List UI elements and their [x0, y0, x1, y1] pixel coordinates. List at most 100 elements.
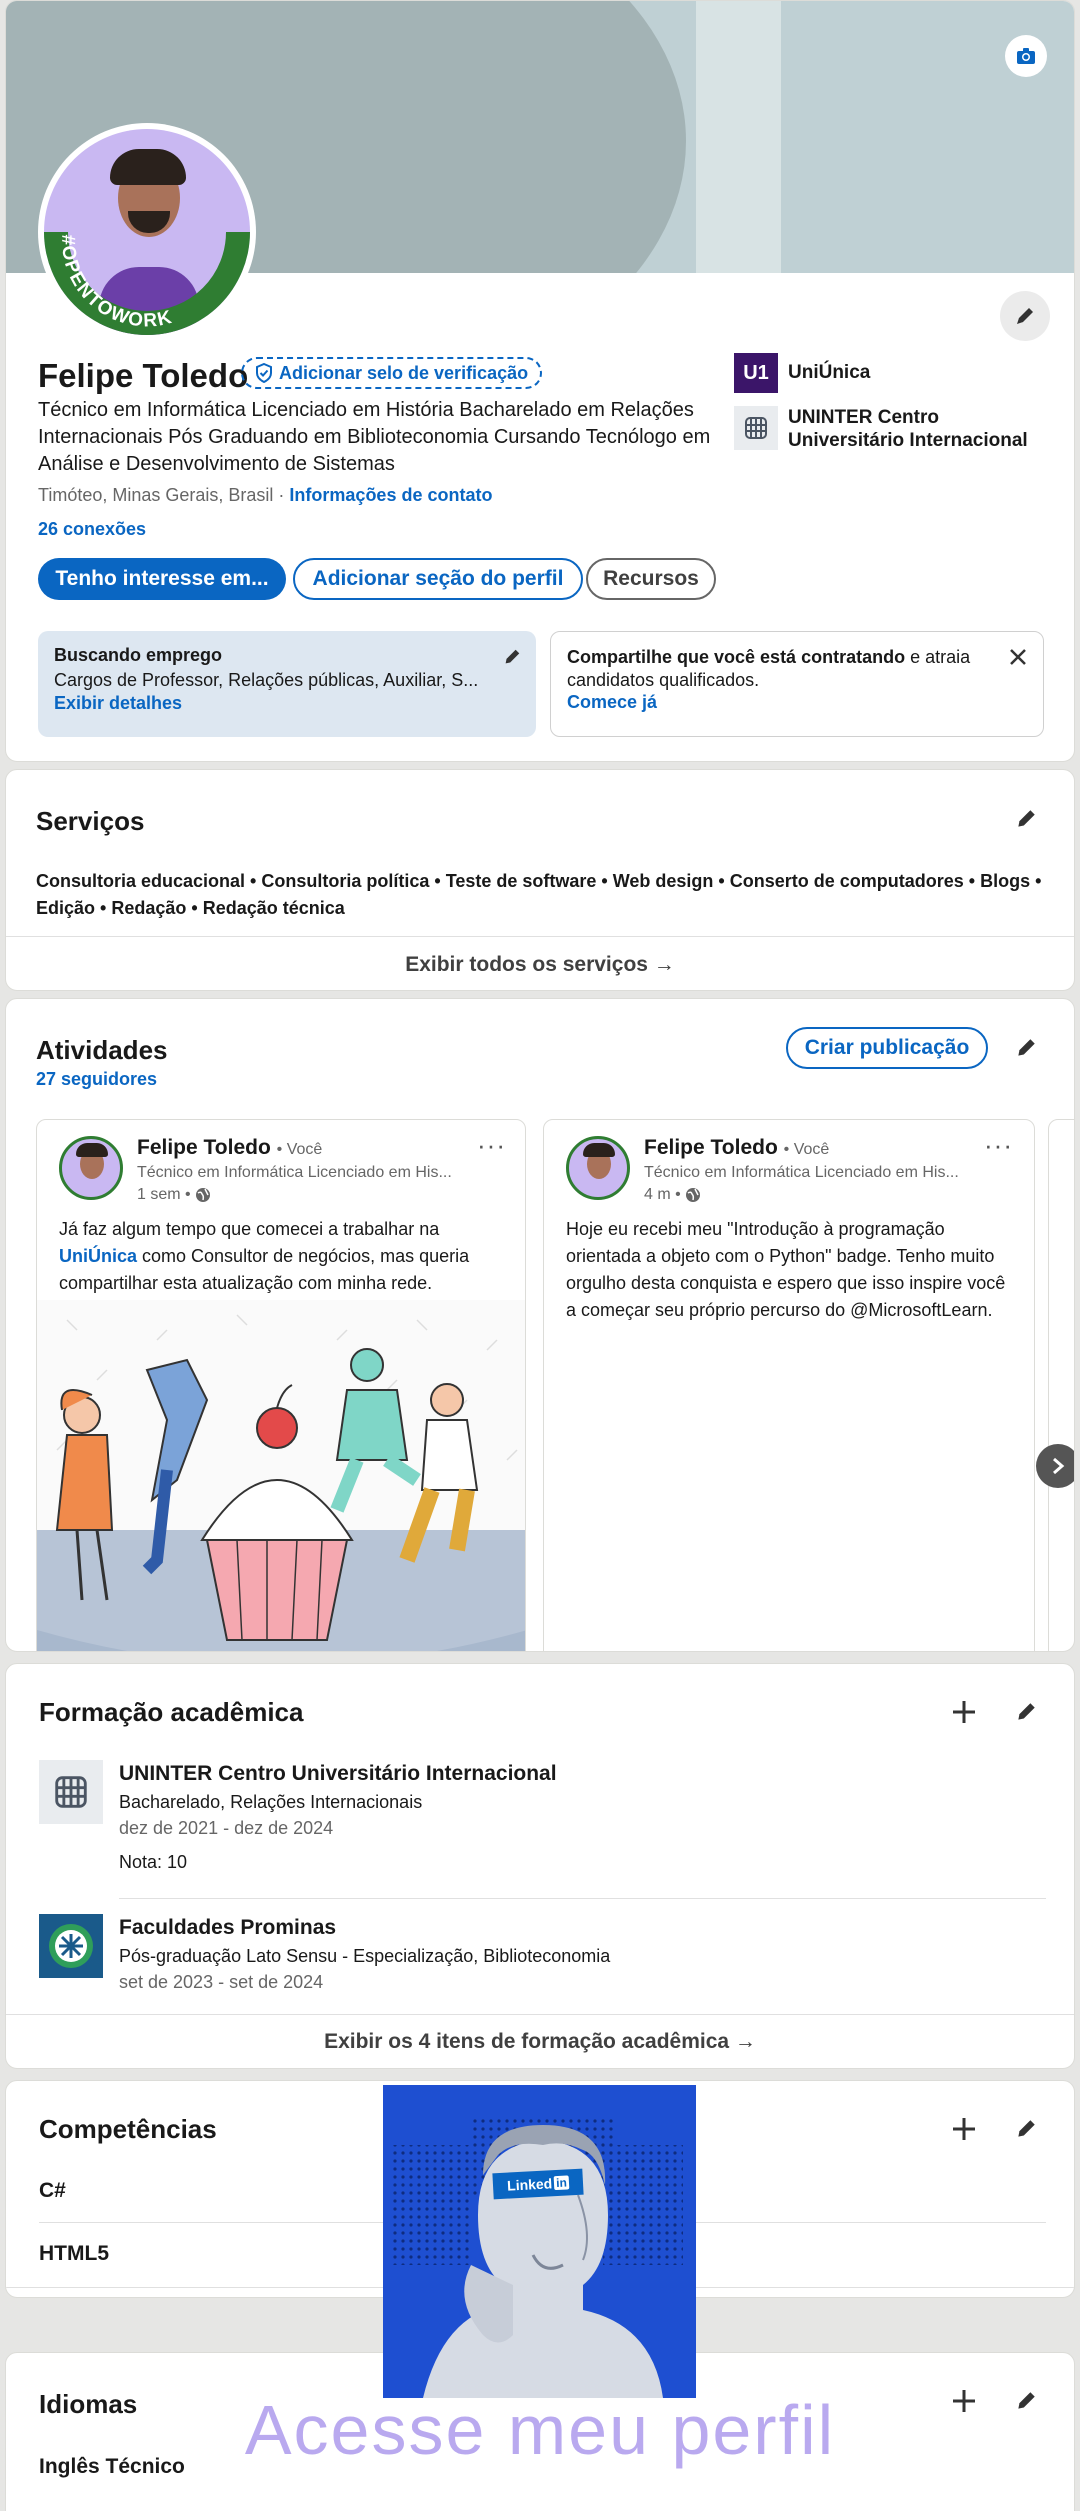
divider — [119, 1898, 1046, 1899]
degree: Bacharelado, Relações Internacionais — [119, 1792, 423, 1812]
hiring-start-link[interactable]: Comece já — [567, 692, 1027, 713]
show-all-education-link[interactable]: Exibir os 4 itens de formação acadêmica … — [6, 2030, 1074, 2054]
profile-card: #OPENTOWORK Felipe Toledo Adicionar selo… — [5, 0, 1075, 762]
show-all-services-link[interactable]: Exibir todos os serviços → — [6, 953, 1074, 977]
post-time: 4 m • — [644, 1186, 681, 1203]
post-you: • Você — [276, 1141, 323, 1158]
post-text: Hoje eu recebi meu "Introdução à program… — [566, 1219, 1006, 1320]
resources-button[interactable]: Recursos — [586, 558, 716, 600]
contact-info-link[interactable]: Informações de contato — [289, 485, 492, 505]
post-card[interactable]: Felipe Toledo • Você Técnico em Informát… — [543, 1119, 1035, 1651]
edit-intro-pencil-icon[interactable] — [1000, 291, 1050, 341]
add-skill-plus-icon[interactable] — [944, 2109, 984, 2149]
profile-location: Timóteo, Minas Gerais, Brasil — [38, 485, 274, 505]
post-subtitle: Técnico em Informática Licenciado em His… — [644, 1164, 959, 1181]
service-item: Teste de software — [445, 871, 597, 891]
open-to-work-box[interactable]: Buscando emprego Cargos de Professor, Re… — [38, 631, 536, 737]
edit-services-pencil-icon[interactable] — [1006, 799, 1046, 839]
services-card: Serviços Consultoria educacional • Consu… — [5, 769, 1075, 991]
grade: Nota: 10 — [119, 1852, 188, 1872]
post-card[interactable]: Felipe Toledo • Você Técnico em Informát… — [36, 1119, 526, 1651]
verify-label: Adicionar selo de verificação — [279, 362, 529, 383]
open-to-work-title: Buscando emprego — [54, 645, 223, 665]
org-name: UNINTER Centro Universitário Internacion… — [788, 407, 1028, 451]
open-to-work-roles: Cargos de Professor, Relações públicas, … — [54, 670, 479, 690]
post-time: 1 sem • — [137, 1186, 191, 1203]
dates: dez de 2021 - dez de 2024 — [119, 1818, 334, 1838]
org-item-uninter[interactable]: UNINTER Centro Universitário Internacion… — [734, 406, 1054, 452]
more-options-icon[interactable]: ··· — [984, 1130, 1013, 1161]
open-to-button[interactable]: Tenho interesse em... — [38, 558, 286, 600]
uninter-logo-icon — [734, 406, 778, 450]
create-post-button[interactable]: Criar publicação — [786, 1027, 988, 1069]
skill-item[interactable]: HTML5 — [39, 2242, 109, 2266]
degree: Pós-graduação Lato Sensu - Especializaçã… — [119, 1946, 611, 1966]
services-list: Consultoria educacional • Consultoria po… — [36, 871, 1042, 918]
service-item: Blogs — [980, 871, 1031, 891]
post-you: • Você — [783, 1141, 830, 1158]
chevron-right-icon — [1053, 1457, 1065, 1475]
post-card-peek — [1048, 1119, 1074, 1651]
service-item: Redação — [111, 898, 187, 918]
verify-button[interactable]: Adicionar selo de verificação — [241, 357, 543, 389]
globe-icon — [195, 1188, 210, 1202]
service-item: Edição — [36, 898, 96, 918]
hiring-bold: Compartilhe que você está contratando — [567, 647, 906, 667]
connections-link[interactable]: 26 conexões — [38, 519, 146, 540]
post-author[interactable]: Felipe Toledo — [137, 1136, 271, 1159]
linkedin-in-icon: in — [553, 2175, 570, 2191]
profile-headline: Técnico em Informática Licenciado em His… — [38, 399, 711, 475]
education-title: Formação acadêmica — [39, 1697, 304, 1727]
service-item: Consultoria educacional — [36, 871, 246, 891]
linkedin-promo-image: Linked in — [383, 2085, 696, 2398]
skills-title: Competências — [39, 2114, 217, 2144]
open-to-work-details-link[interactable]: Exibir detalhes — [54, 693, 520, 714]
uniunica-logo: U1 — [734, 353, 778, 393]
camera-icon[interactable] — [1005, 35, 1047, 77]
linkedin-wordmark: Linked — [506, 2175, 553, 2194]
post-avatar — [59, 1136, 123, 1200]
post-text: Já faz algum tempo que comecei a trabalh… — [59, 1219, 470, 1293]
post-author[interactable]: Felipe Toledo — [644, 1136, 778, 1159]
education-card: Formação acadêmica UNINTER Centro Univer… — [5, 1663, 1075, 2069]
profile-location-row: Timóteo, Minas Gerais, Brasil · Informaç… — [38, 485, 493, 505]
hiring-box[interactable]: Compartilhe que você está contratando e … — [550, 631, 1044, 737]
post-subtitle: Técnico em Informática Licenciado em His… — [137, 1164, 452, 1181]
dates: set de 2023 - set de 2024 — [119, 1972, 324, 1992]
overlay-caption: Acesse meu perfil — [244, 2391, 836, 2469]
shield-check-icon — [256, 363, 272, 383]
edit-activity-pencil-icon[interactable] — [1006, 1028, 1046, 1068]
post-avatar — [566, 1136, 630, 1200]
linkedin-logo-bar: Linked in — [492, 2168, 584, 2200]
celebration-illustration — [37, 1300, 525, 1651]
divider — [6, 936, 1074, 937]
edit-education-pencil-icon[interactable] — [1006, 1692, 1046, 1732]
uninter-logo-icon — [39, 1760, 103, 1824]
divider — [6, 2014, 1074, 2015]
service-item: Redação técnica — [202, 898, 345, 918]
service-item: Web design — [612, 871, 714, 891]
school-name: UNINTER Centro Universitário Internacion… — [119, 1762, 557, 1785]
services-title: Serviços — [36, 806, 145, 836]
school-name: Faculdades Prominas — [119, 1916, 337, 1939]
carousel-next-button[interactable] — [1036, 1444, 1074, 1488]
globe-icon — [685, 1188, 700, 1202]
service-item: Conserto de computadores — [729, 871, 964, 891]
org-item-uniunica[interactable]: U1 UniÚnica — [734, 353, 870, 393]
followers-link[interactable]: 27 seguidores — [36, 1069, 157, 1090]
close-icon[interactable] — [1009, 648, 1027, 666]
add-profile-section-button[interactable]: Adicionar seção do perfil — [293, 558, 583, 600]
skill-item[interactable]: C# — [39, 2179, 66, 2203]
mention-link[interactable]: UniÚnica — [59, 1246, 137, 1266]
prominas-logo-icon — [39, 1914, 103, 1978]
activity-card: Atividades 27 seguidores Criar publicaçã… — [5, 998, 1075, 1652]
avatar[interactable]: #OPENTOWORK — [38, 123, 256, 341]
edit-open-to-work-pencil-icon[interactable] — [502, 647, 522, 667]
activity-title: Atividades — [36, 1035, 168, 1065]
more-options-icon[interactable]: ··· — [477, 1130, 506, 1161]
add-education-plus-icon[interactable] — [944, 1692, 984, 1732]
org-name: UniÚnica — [788, 362, 871, 383]
profile-name: Felipe Toledo — [38, 357, 249, 394]
service-item: Consultoria política — [261, 871, 430, 891]
edit-skills-pencil-icon[interactable] — [1006, 2109, 1046, 2149]
